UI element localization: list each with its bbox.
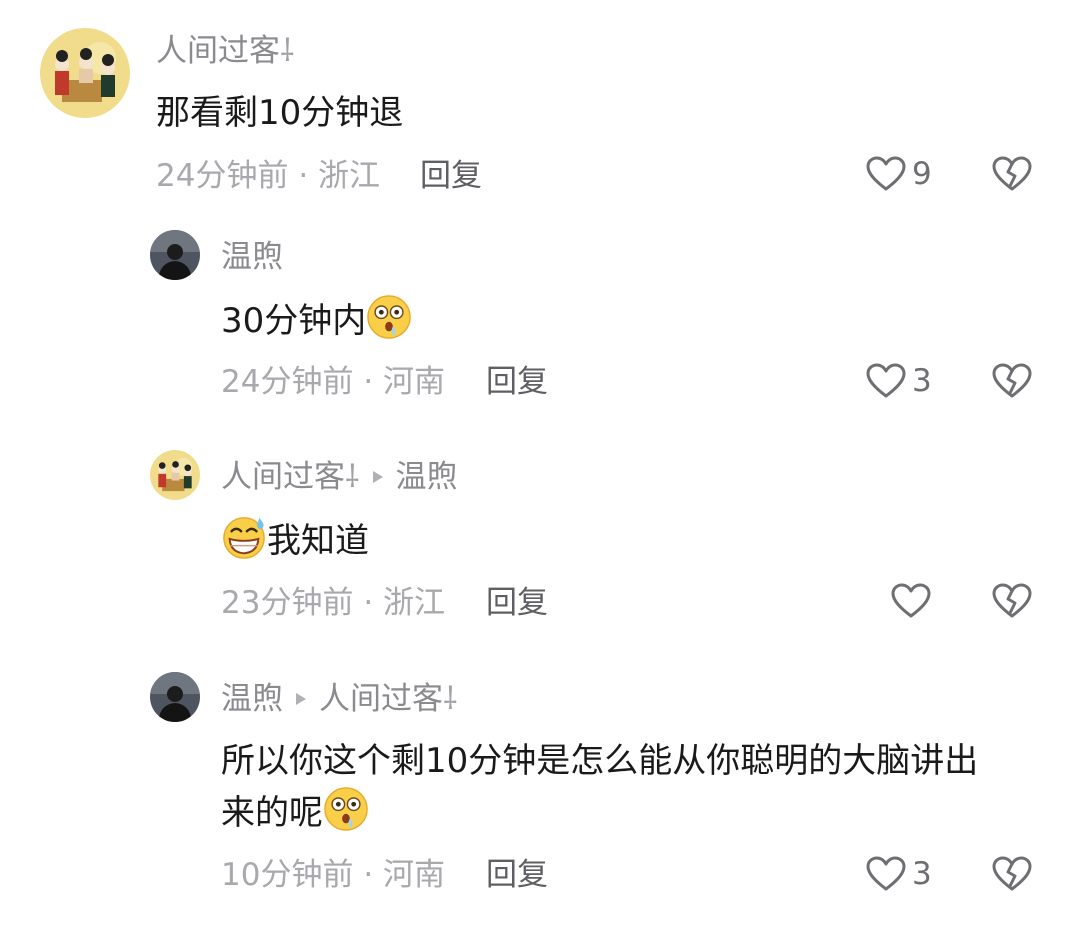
location: 河南 (383, 364, 446, 400)
comment-meta: 24分钟前 · 河南 (221, 367, 445, 398)
comment-item: 温煦 30分钟内 24分钟前 · 河南 回复 3 (0, 220, 1080, 450)
location: 浙江 (383, 585, 446, 621)
reply-button[interactable]: 回复 (486, 588, 548, 619)
like-count: 3 (912, 855, 932, 892)
avatar[interactable] (150, 672, 200, 722)
heart-outline-icon (891, 583, 931, 619)
broken-heart-icon (992, 583, 1032, 619)
comment-text: 那看剩10分钟退 (156, 93, 404, 133)
timestamp: 10分钟前 (221, 857, 354, 893)
comment-item: 人间过客⸸ 温煦 我知道 23分钟前 · 浙江 回复 (0, 440, 1080, 660)
timestamp: 24分钟前 (221, 364, 354, 400)
comment-meta: 24分钟前 · 浙江 (156, 161, 380, 192)
name-decoration: ⸸ (443, 681, 458, 717)
surprised-face-emoji (366, 294, 412, 340)
grinning-sweat-emoji (221, 514, 267, 560)
avatar[interactable] (150, 450, 200, 500)
dislike-button[interactable] (992, 363, 1032, 403)
avatar[interactable] (40, 28, 130, 118)
timestamp: 23分钟前 (221, 585, 354, 621)
reply-to-username[interactable]: 温煦 (396, 459, 458, 495)
separator: · (298, 158, 309, 194)
comment-item: 人间过客⸸ 那看剩10分钟退 24分钟前 · 浙江 回复 9 (0, 0, 1080, 220)
like-button[interactable]: 9 (866, 156, 932, 192)
dislike-button[interactable] (992, 156, 1032, 196)
username[interactable]: 人间过客⸸ (156, 36, 295, 67)
reply-button[interactable]: 回复 (486, 367, 548, 398)
comment-meta: 23分钟前 · 浙江 (221, 588, 445, 619)
timestamp: 24分钟前 (156, 158, 289, 194)
username[interactable]: 温煦 (221, 242, 283, 273)
broken-heart-icon (992, 156, 1032, 192)
heart-outline-icon (866, 363, 906, 399)
surprised-face-emoji (323, 786, 369, 832)
reply-arrow-icon (372, 465, 384, 489)
reply-header: 温煦 人间过客⸸ (221, 684, 458, 715)
location: 河南 (383, 857, 446, 893)
name-decoration: ⸸ (345, 459, 360, 495)
username[interactable]: 温煦 (221, 681, 283, 717)
reply-header: 人间过客⸸ 温煦 (221, 462, 458, 493)
dislike-button[interactable] (992, 856, 1032, 896)
comment-text: 30分钟内 (221, 294, 412, 346)
comment-text: 所以你这个剩10分钟是怎么能从你聪明的大脑讲出 来的呢 (221, 741, 979, 833)
dislike-button[interactable] (992, 583, 1032, 623)
reply-button[interactable]: 回复 (420, 161, 482, 192)
location: 浙江 (318, 158, 381, 194)
reply-to-username[interactable]: 人间过客 (319, 681, 443, 717)
separator: · (363, 364, 374, 400)
username[interactable]: 人间过客 (221, 459, 345, 495)
broken-heart-icon (992, 363, 1032, 399)
like-button[interactable]: 3 (866, 856, 932, 892)
avatar[interactable] (150, 230, 200, 280)
like-count: 9 (912, 155, 932, 192)
like-button[interactable]: 3 (866, 363, 932, 399)
like-count: 3 (912, 362, 932, 399)
broken-heart-icon (992, 856, 1032, 892)
comment-item: 温煦 人间过客⸸ 所以你这个剩10分钟是怎么能从你聪明的大脑讲出 来的呢 10分钟… (0, 660, 1080, 927)
separator: · (363, 585, 374, 621)
name-decoration: ⸸ (280, 33, 295, 69)
heart-outline-icon (866, 156, 906, 192)
heart-outline-icon (866, 856, 906, 892)
reply-arrow-icon (295, 687, 307, 711)
comment-meta: 10分钟前 · 河南 (221, 860, 445, 891)
like-button[interactable] (891, 583, 937, 619)
separator: · (363, 857, 374, 893)
comment-text: 我知道 (221, 514, 369, 566)
reply-button[interactable]: 回复 (486, 860, 548, 891)
